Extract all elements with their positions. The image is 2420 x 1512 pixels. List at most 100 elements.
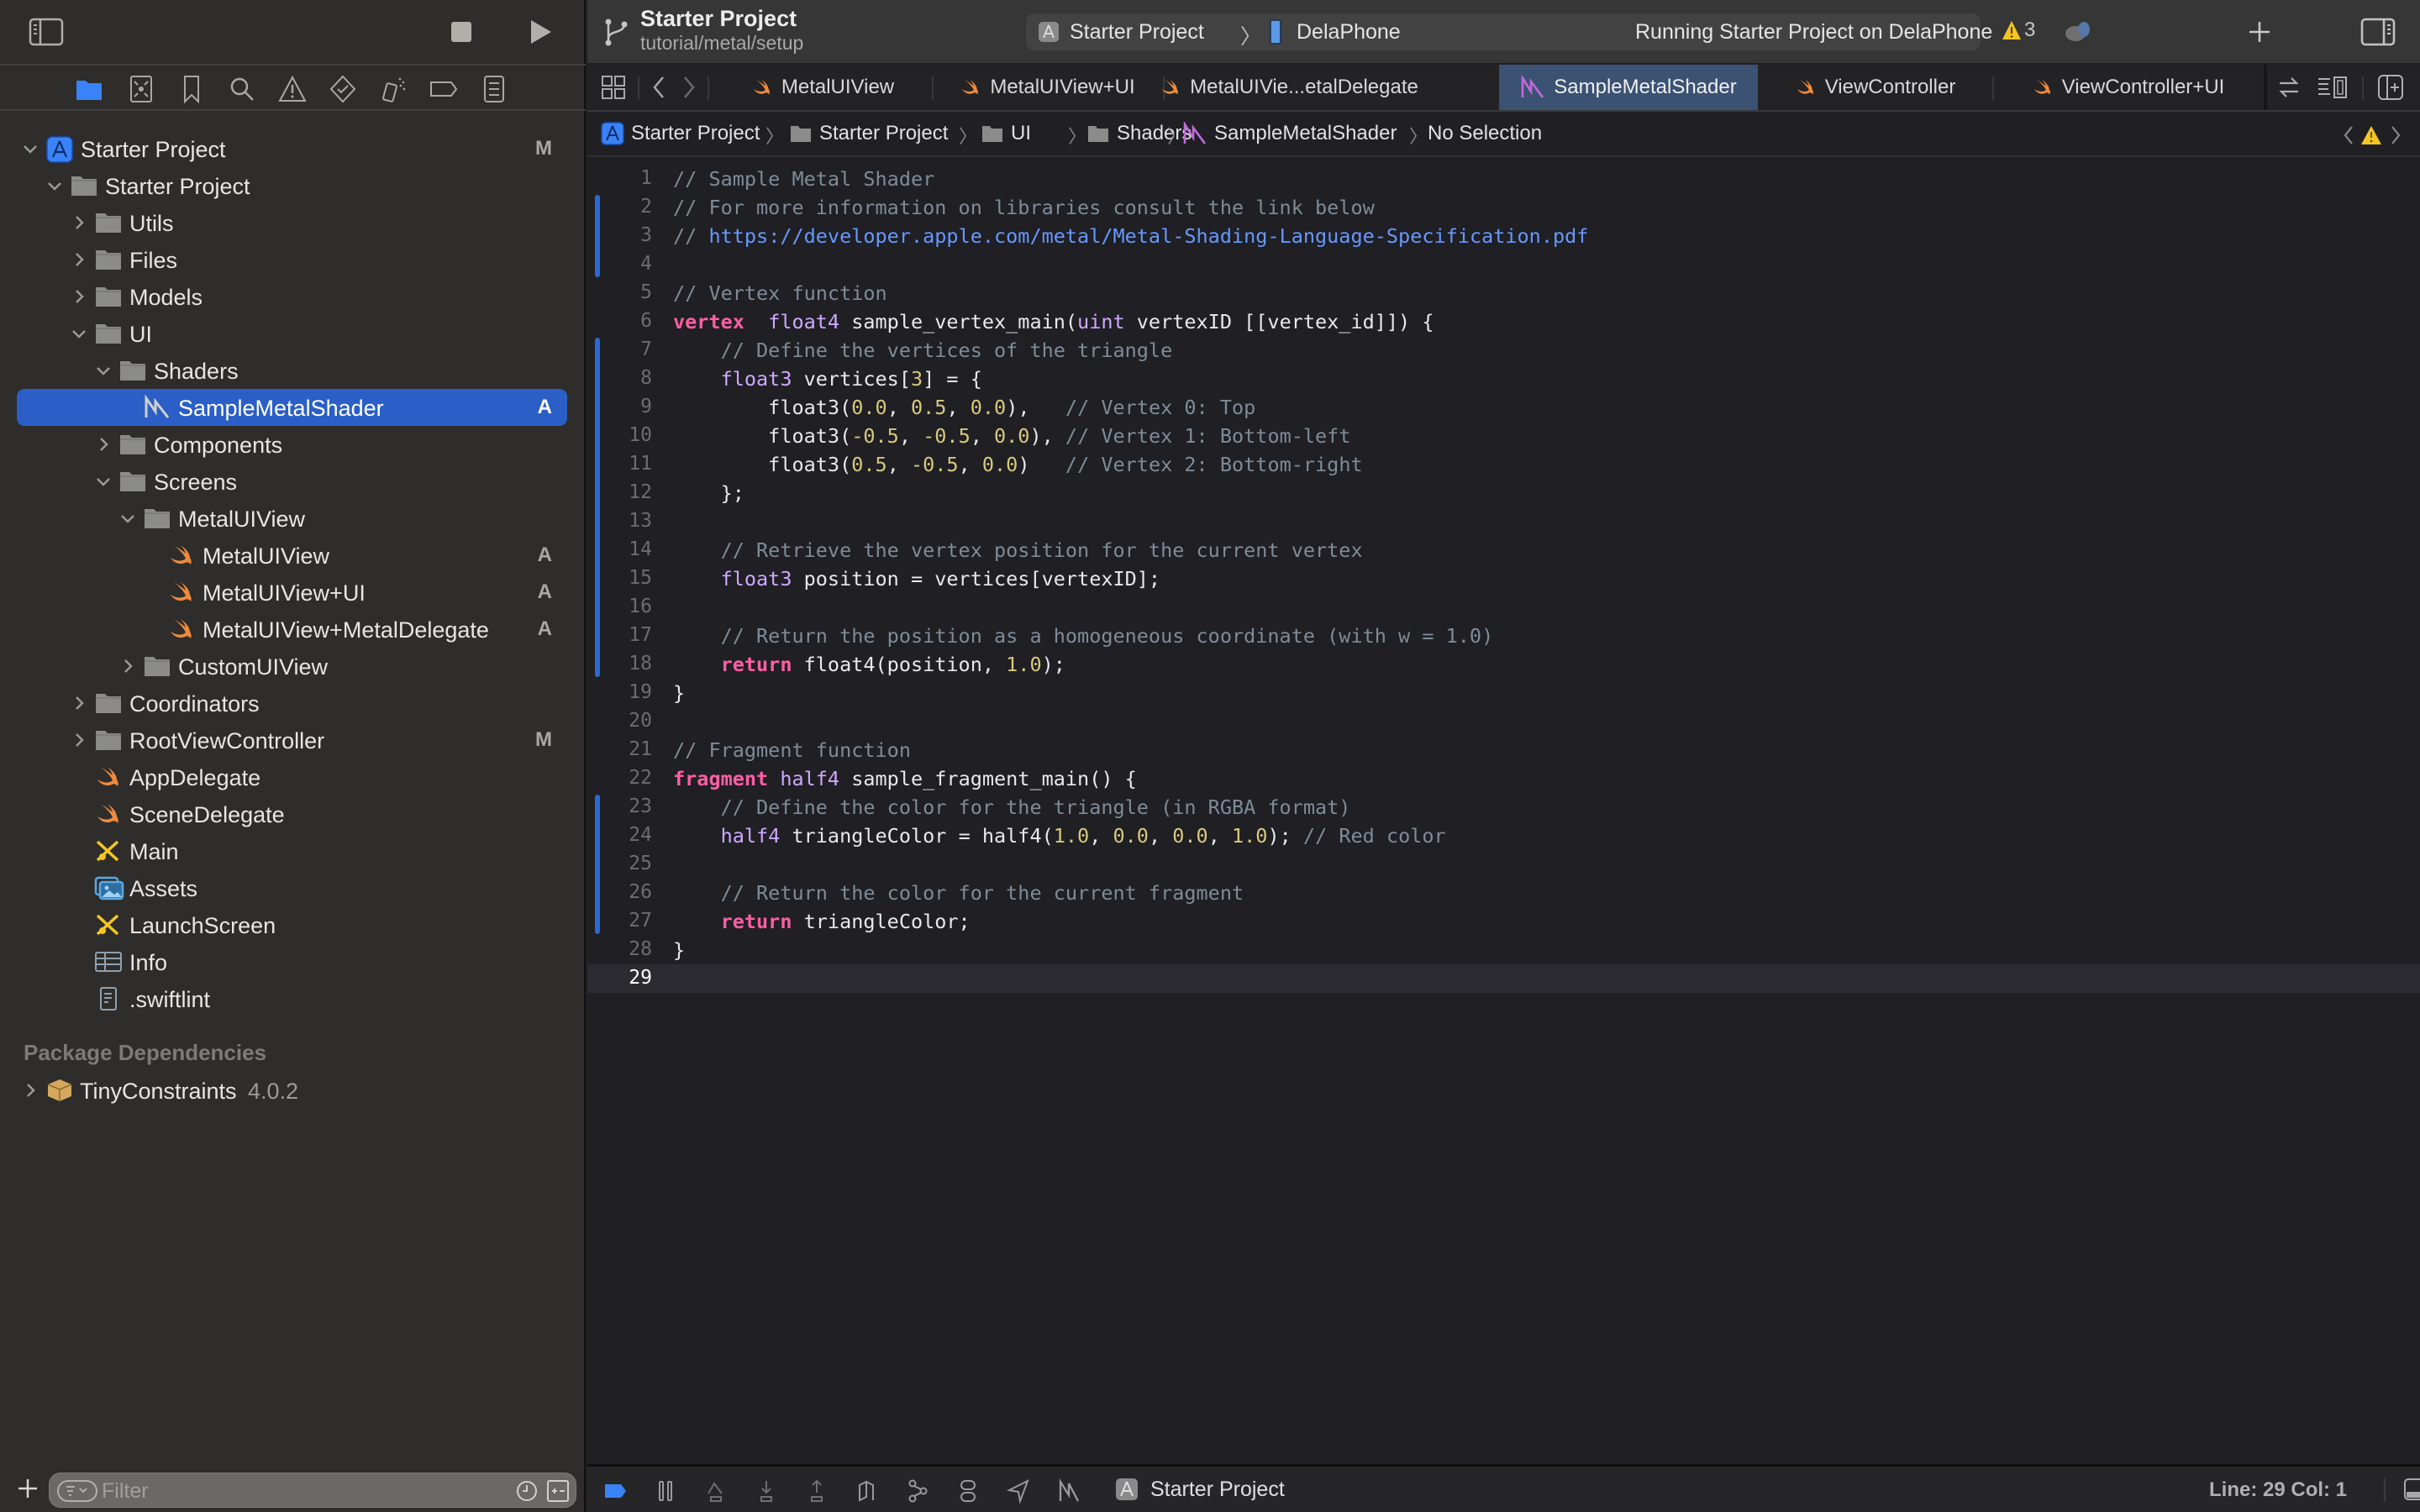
warning-icon[interactable] <box>2360 124 2382 146</box>
code-line[interactable]: float3 position = vertices[vertexID]; <box>673 567 1161 591</box>
chevron-down-icon[interactable] <box>20 139 40 159</box>
chevron-right-icon[interactable] <box>20 1080 40 1100</box>
editor-tab[interactable]: SampleMetalShader <box>1499 65 1758 110</box>
previous-issue-icon[interactable] <box>2340 123 2357 147</box>
breadcrumb-item[interactable]: Starter Project <box>601 122 760 145</box>
add-editor-icon[interactable] <box>2377 74 2404 101</box>
tree-item[interactable]: UI <box>0 315 586 352</box>
breadcrumb-item[interactable]: SampleMetalShader <box>1182 122 1397 145</box>
chevron-right-icon[interactable] <box>118 656 138 676</box>
code-line[interactable]: // Return the position as a homogeneous … <box>673 624 1494 648</box>
code-line[interactable]: float3(-0.5, -0.5, 0.0), // Vertex 1: Bo… <box>673 424 1350 448</box>
memory-graph-icon[interactable] <box>905 1478 930 1504</box>
inspector-toggle-icon[interactable] <box>2360 15 2396 49</box>
tree-item[interactable]: CustomUIView <box>0 648 586 685</box>
code-line[interactable]: } <box>673 681 685 705</box>
editor-tab[interactable]: MetalUIView <box>713 65 932 110</box>
code-line[interactable]: // For more information on libraries con… <box>673 196 1375 219</box>
code-line[interactable]: // Define the color for the triangle (in… <box>673 795 1351 819</box>
warning-icon[interactable] <box>2002 18 2022 42</box>
recent-files-icon[interactable] <box>514 1478 539 1504</box>
bookmark-navigator-icon[interactable] <box>176 74 207 104</box>
code-line[interactable]: float3(0.5, -0.5, 0.0) // Vertex 2: Bott… <box>673 453 1362 476</box>
tree-item[interactable]: SceneDelegate <box>0 795 586 832</box>
tree-item[interactable]: RootViewController M <box>0 722 586 759</box>
sidebar-toggle-icon[interactable] <box>29 15 64 49</box>
chevron-down-icon[interactable] <box>93 471 113 491</box>
code-line[interactable]: // Return the color for the current frag… <box>673 881 1244 905</box>
tree-item[interactable]: AppDelegate <box>0 759 586 795</box>
code-line[interactable]: // Define the vertices of the triangle <box>673 339 1173 362</box>
code-line[interactable]: // Fragment function <box>673 738 911 762</box>
code-line[interactable]: } <box>673 938 685 962</box>
tree-item[interactable]: Info <box>0 943 586 980</box>
code-line[interactable]: fragment half4 sample_fragment_main() { <box>673 767 1137 790</box>
chevron-right-icon[interactable] <box>93 434 113 454</box>
chevron-down-icon[interactable] <box>69 323 89 344</box>
code-line[interactable]: return float4(position, 1.0); <box>673 653 1065 676</box>
environment-overrides-icon[interactable] <box>955 1478 981 1504</box>
chevron-right-icon[interactable] <box>69 249 89 270</box>
code-line[interactable]: float3 vertices[3] = { <box>673 367 982 391</box>
tree-item[interactable]: Screens <box>0 463 586 500</box>
step-over-icon[interactable] <box>703 1478 729 1504</box>
simulate-location-icon[interactable] <box>1006 1478 1031 1504</box>
editor-options-icon[interactable] <box>2317 75 2349 100</box>
breadcrumb-item[interactable]: Starter Project <box>789 122 948 145</box>
add-icon[interactable] <box>2244 17 2275 47</box>
code-line[interactable]: // Vertex function <box>673 281 887 305</box>
chevron-down-icon[interactable] <box>93 360 113 381</box>
pause-icon[interactable] <box>653 1478 678 1504</box>
tree-item[interactable]: Components <box>0 426 586 463</box>
filter-input[interactable] <box>102 1478 471 1504</box>
code-line[interactable]: // Sample Metal Shader <box>673 167 934 191</box>
tree-item[interactable]: Main <box>0 832 586 869</box>
editor-tab[interactable]: ViewController+UI <box>1992 65 2264 110</box>
editor-tab[interactable]: ViewController <box>1758 65 1992 110</box>
breadcrumb-item[interactable]: UI <box>981 122 1031 145</box>
tree-item[interactable]: Files <box>0 241 586 278</box>
tree-item[interactable]: Coordinators <box>0 685 586 722</box>
chevron-right-icon[interactable] <box>69 286 89 307</box>
tree-item[interactable]: SampleMetalShader A <box>0 389 586 426</box>
find-navigator-icon[interactable] <box>227 74 257 104</box>
view-hierarchy-icon[interactable] <box>855 1478 880 1504</box>
code-line[interactable]: }; <box>673 481 744 505</box>
source-control-navigator-icon[interactable] <box>126 74 156 104</box>
issue-navigator-icon[interactable] <box>277 74 308 104</box>
grid-layout-icon[interactable] <box>601 75 626 100</box>
related-items-icon[interactable] <box>2276 75 2302 100</box>
step-out-icon[interactable] <box>804 1478 829 1504</box>
run-icon[interactable] <box>523 15 558 49</box>
code-line[interactable]: vertex float4 sample_vertex_main(uint ve… <box>673 310 1434 333</box>
source-control-filter-icon[interactable] <box>545 1478 571 1504</box>
tree-item[interactable]: MetalUIView <box>0 500 586 537</box>
code-line[interactable]: half4 triangleColor = half4(1.0, 0.0, 0.… <box>673 824 1446 848</box>
code-line[interactable]: // https://developer.apple.com/metal/Met… <box>673 224 1588 248</box>
tree-item[interactable]: .swiftlint <box>0 980 586 1017</box>
tree-item[interactable]: MetalUIView+MetalDelegate A <box>0 611 586 648</box>
test-navigator-icon[interactable] <box>328 74 358 104</box>
code-line[interactable]: float3(0.0, 0.5, 0.0), // Vertex 0: Top <box>673 396 1255 419</box>
chevron-down-icon[interactable] <box>45 176 65 196</box>
code-line[interactable]: // Retrieve the vertex position for the … <box>673 538 1363 562</box>
device-selector[interactable]: DelaPhone <box>1297 20 1401 45</box>
debug-area-toggle-icon[interactable] <box>2402 1477 2420 1502</box>
tree-item[interactable]: Starter Project M <box>0 130 586 167</box>
filter-options-icon[interactable] <box>56 1478 98 1504</box>
chevron-right-icon[interactable] <box>69 693 89 713</box>
report-navigator-icon[interactable] <box>479 74 509 104</box>
next-issue-icon[interactable] <box>2387 123 2404 147</box>
add-icon[interactable] <box>15 1476 40 1501</box>
tree-item[interactable]: MetalUIView+UI A <box>0 574 586 611</box>
chevron-right-icon[interactable] <box>69 213 89 233</box>
stop-icon[interactable] <box>444 15 479 49</box>
editor-tab[interactable]: MetalUIVie...etalDelegate <box>1162 65 1418 110</box>
tree-item[interactable]: Models <box>0 278 586 315</box>
metal-debugger-icon[interactable] <box>1056 1478 1081 1504</box>
package-row[interactable]: TinyConstraints 4.0.2 <box>0 1072 586 1109</box>
chevron-down-icon[interactable] <box>118 508 138 528</box>
breadcrumb-item[interactable]: No Selection <box>1428 122 1542 145</box>
chevron-right-icon[interactable] <box>69 730 89 750</box>
code-line[interactable]: return triangleColor; <box>673 910 971 933</box>
